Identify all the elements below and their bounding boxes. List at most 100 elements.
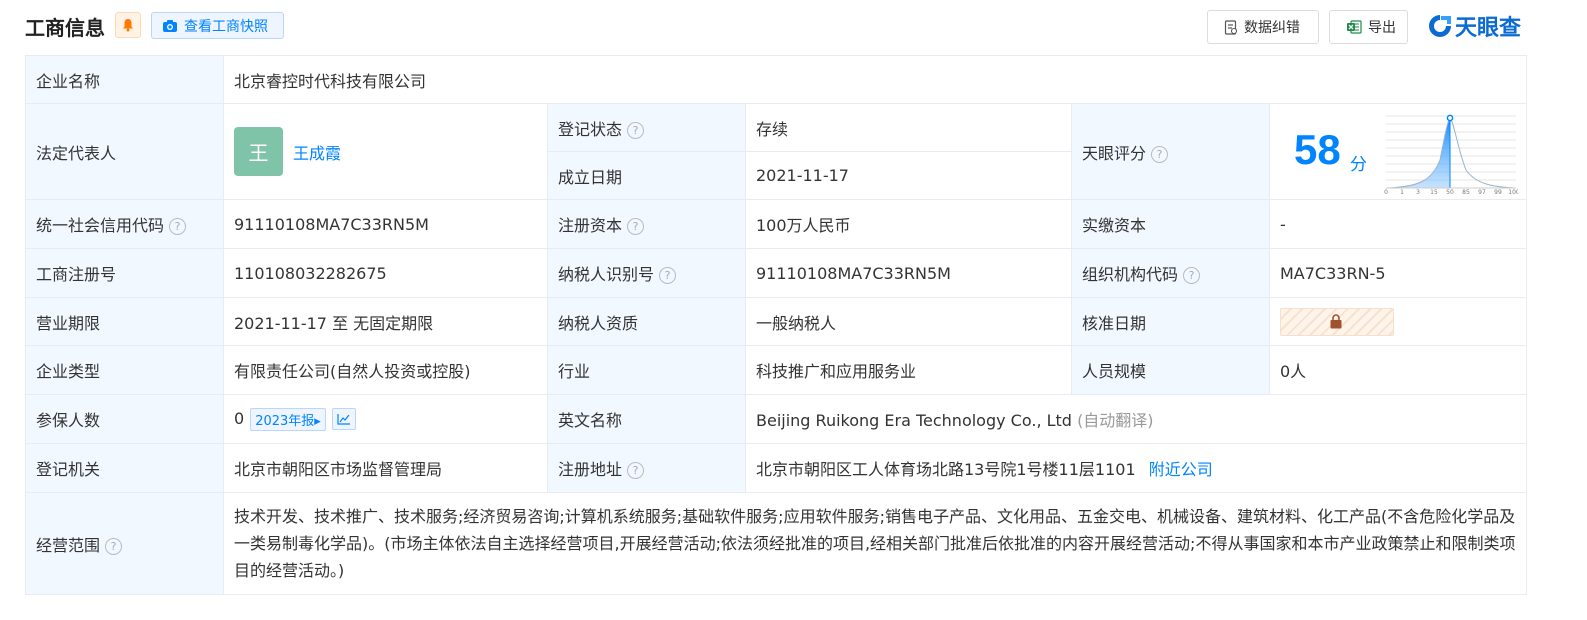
table-row: 经营范围? 技术开发、技术推广、技术服务;经济贸易咨询;计算机系统服务;基础软件… bbox=[25, 492, 1528, 595]
table-row: 法定代表人 王王成霞 登记状态? 存续 天眼评分? 58 分 0 1 3 15 … bbox=[25, 103, 1528, 200]
lock-icon bbox=[1330, 313, 1342, 328]
export-label: 导出 bbox=[1368, 20, 1396, 36]
question-icon[interactable]: ? bbox=[1183, 267, 1201, 284]
caret-right-icon: ▸ bbox=[314, 413, 321, 429]
taxpayer-qual-label: 纳税人资质 bbox=[547, 297, 746, 346]
est-date-value: 2021-11-17 bbox=[745, 151, 1072, 200]
score-unit: 分 bbox=[1350, 155, 1367, 175]
est-date-label: 成立日期 bbox=[547, 151, 746, 200]
reg-capital-value: 100万人民币 bbox=[745, 199, 1072, 249]
nearby-companies-link[interactable]: 附近公司 bbox=[1149, 460, 1213, 479]
paid-capital-value: - bbox=[1268, 199, 1528, 249]
score-axis-tick: 15 bbox=[1430, 189, 1438, 194]
tianyancha-logo-icon bbox=[1429, 15, 1451, 37]
biz-scope-value: 技术开发、技术推广、技术服务;经济贸易咨询;计算机系统服务;基础软件服务;应用软… bbox=[222, 492, 1528, 595]
table-row: 工商注册号 110108032282675 纳税人识别号? 91110108MA… bbox=[25, 248, 1528, 298]
question-icon[interactable]: ? bbox=[1151, 145, 1169, 163]
tianyan-score-label: 天眼评分 bbox=[1082, 143, 1147, 163]
bell-icon bbox=[123, 19, 133, 32]
reg-address-label-cell: 注册地址? bbox=[547, 443, 746, 493]
score-axis-tick: 0 bbox=[1384, 189, 1388, 194]
biz-term-value: 2021-11-17 至 无固定期限 bbox=[223, 297, 548, 346]
credit-code-label-cell: 统一社会信用代码? bbox=[25, 199, 224, 249]
staff-size-label: 人员规模 bbox=[1071, 345, 1270, 395]
table-row: 登记机关 北京市朝阳区市场监督管理局 注册地址? 北京市朝阳区工人体育场北路13… bbox=[25, 443, 1528, 493]
reg-authority-label: 登记机关 bbox=[25, 443, 224, 493]
reg-status-label: 登记状态 bbox=[558, 119, 623, 139]
reg-capital-label-cell: 注册资本? bbox=[547, 199, 746, 249]
section-title: 工商信息 bbox=[25, 16, 105, 40]
section-header: 工商信息 查看工商快照 数据纠错 导出 天眼查 bbox=[0, 0, 1587, 52]
credit-code-value: 91110108MA7C33RN5M bbox=[223, 199, 548, 249]
biz-scope-label-cell: 经营范围? bbox=[25, 492, 224, 595]
business-info-table: 企业名称 北京睿控时代科技有限公司 法定代表人 王王成霞 登记状态? 存续 天眼… bbox=[25, 55, 1528, 595]
question-icon[interactable]: ? bbox=[627, 218, 645, 235]
question-icon[interactable]: ? bbox=[169, 218, 187, 235]
taxpayer-id-value: 91110108MA7C33RN5M bbox=[745, 248, 1072, 298]
score-axis-tick: 3 bbox=[1416, 189, 1420, 194]
reg-address-cell: 北京市朝阳区工人体育场北路13号院1号楼11层1101 附近公司 bbox=[744, 443, 1528, 493]
data-correction-button[interactable]: 数据纠错 bbox=[1207, 10, 1319, 44]
english-name-value: Beijing Ruikong Era Technology Co., Ltd bbox=[756, 411, 1072, 430]
follow-bell-button[interactable] bbox=[115, 12, 141, 38]
industry-label: 行业 bbox=[547, 345, 746, 395]
insured-label: 参保人数 bbox=[25, 394, 224, 444]
trend-chart-button[interactable] bbox=[331, 408, 356, 430]
view-snapshot-label: 查看工商快照 bbox=[184, 18, 268, 35]
taxpayer-id-label: 纳税人识别号 bbox=[558, 265, 655, 284]
score-axis-tick: 99 bbox=[1494, 189, 1502, 194]
auto-translate-note: (自动翻译) bbox=[1077, 411, 1154, 430]
question-icon[interactable]: ? bbox=[105, 537, 123, 555]
annual-report-tag[interactable]: 2023年报▸ bbox=[250, 407, 326, 431]
document-edit-icon bbox=[1224, 19, 1238, 35]
score-axis-tick: 100 bbox=[1508, 189, 1518, 194]
legal-rep-name-link[interactable]: 王成霞 bbox=[293, 144, 341, 163]
trend-chart-icon bbox=[337, 414, 350, 425]
score-distribution-chart: 0 1 3 15 50 85 97 99 100 bbox=[1384, 114, 1518, 194]
company-type-label: 企业类型 bbox=[25, 345, 224, 395]
reg-address-value: 北京市朝阳区工人体育场北路13号院1号楼11层1101 bbox=[756, 460, 1136, 479]
locked-content-button[interactable] bbox=[1280, 307, 1394, 336]
paid-capital-label: 实缴资本 bbox=[1071, 199, 1270, 249]
question-icon[interactable]: ? bbox=[659, 267, 677, 284]
credit-code-label: 统一社会信用代码 bbox=[36, 216, 165, 235]
excel-icon bbox=[1347, 20, 1362, 34]
avatar[interactable]: 王 bbox=[234, 127, 283, 176]
legal-rep-label: 法定代表人 bbox=[25, 103, 224, 200]
org-code-label-cell: 组织机构代码? bbox=[1071, 248, 1270, 298]
reg-no-value: 110108032282675 bbox=[223, 248, 548, 298]
insured-count: 0 bbox=[234, 408, 245, 428]
tianyancha-logo[interactable]: 天眼查 bbox=[1427, 11, 1521, 41]
score-axis-tick: 97 bbox=[1478, 189, 1486, 194]
score-axis-tick: 50 bbox=[1446, 189, 1454, 194]
staff-size-value: 0人 bbox=[1268, 345, 1528, 395]
reg-authority-value: 北京市朝阳区市场监督管理局 bbox=[223, 443, 548, 493]
question-icon[interactable]: ? bbox=[627, 462, 645, 479]
approval-date-cell bbox=[1268, 297, 1528, 346]
approval-date-label: 核准日期 bbox=[1071, 297, 1270, 346]
view-snapshot-button[interactable]: 查看工商快照 bbox=[151, 12, 284, 39]
reg-address-label: 注册地址 bbox=[558, 460, 623, 479]
org-code-label: 组织机构代码 bbox=[1082, 265, 1179, 284]
taxpayer-id-label-cell: 纳税人识别号? bbox=[547, 248, 746, 298]
table-row: 营业期限 2021-11-17 至 无固定期限 纳税人资质 一般纳税人 核准日期 bbox=[25, 297, 1528, 346]
table-row: 企业类型 有限责任公司(自然人投资或控股) 行业 科技推广和应用服务业 人员规模… bbox=[25, 345, 1528, 395]
annual-report-label: 2023年报 bbox=[255, 413, 315, 429]
org-code-value: MA7C33RN-5 bbox=[1268, 248, 1528, 298]
company-name-value: 北京睿控时代科技有限公司 bbox=[222, 55, 1528, 104]
data-correction-label: 数据纠错 bbox=[1244, 20, 1300, 36]
reg-status-value: 存续 bbox=[745, 103, 1072, 152]
reg-capital-label: 注册资本 bbox=[558, 216, 623, 235]
tianyan-score-label-cell: 天眼评分? bbox=[1071, 103, 1270, 200]
tianyan-score-cell[interactable]: 58 分 0 1 3 15 50 85 97 99 100 bbox=[1268, 103, 1528, 200]
question-icon[interactable]: ? bbox=[627, 121, 645, 139]
score-axis-tick: 85 bbox=[1462, 189, 1470, 194]
biz-term-label: 营业期限 bbox=[25, 297, 224, 346]
biz-scope-label: 经营范围 bbox=[36, 535, 101, 555]
table-row: 企业名称 北京睿控时代科技有限公司 bbox=[25, 55, 1528, 104]
table-row: 参保人数 0 2023年报▸ 英文名称 Beijing Ruikong Era T… bbox=[25, 394, 1528, 444]
taxpayer-qual-value: 一般纳税人 bbox=[745, 297, 1072, 346]
score-value: 58 bbox=[1294, 126, 1341, 173]
export-button[interactable]: 导出 bbox=[1329, 10, 1408, 44]
legal-rep-cell: 王王成霞 bbox=[223, 103, 548, 200]
